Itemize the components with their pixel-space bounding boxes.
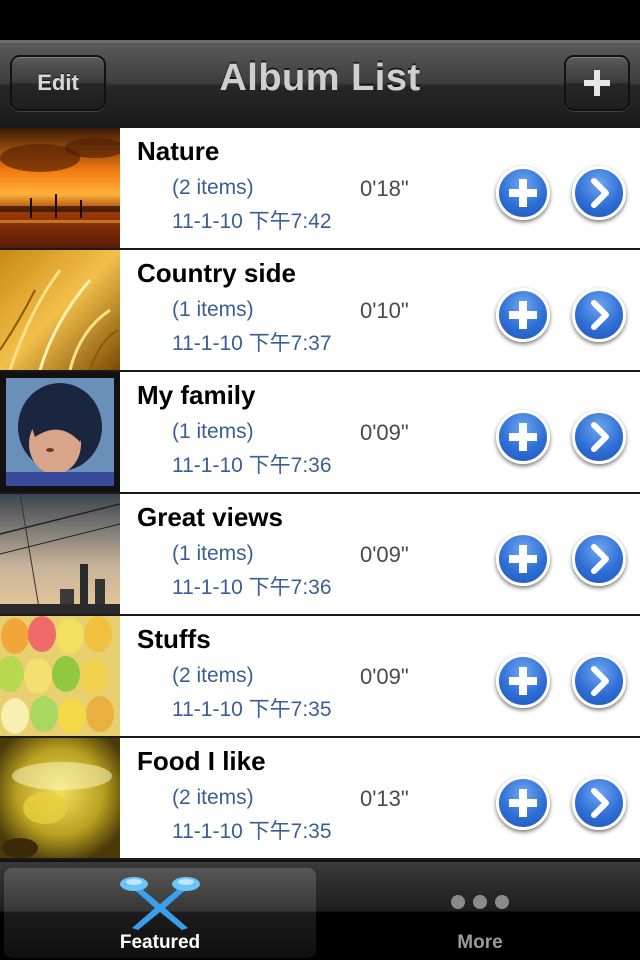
- album-row-country-side[interactable]: Country side (1 items) 11-1-10 下午7:37 0'…: [0, 250, 640, 372]
- add-to-album-button[interactable]: [496, 654, 550, 708]
- album-date: 11-1-10 下午7:35: [172, 820, 332, 843]
- album-row-food-i-like[interactable]: Food I like (2 items) 11-1-10 下午7:35 0'1…: [0, 738, 640, 860]
- more-dots-icon: [451, 895, 509, 909]
- featured-x-icon: [120, 877, 200, 930]
- open-album-button[interactable]: [572, 532, 626, 586]
- plus-icon: [584, 70, 610, 96]
- open-album-button[interactable]: [572, 166, 626, 220]
- album-row-nature[interactable]: Nature (2 items) 11-1-10 下午7:42 0'18": [0, 128, 640, 250]
- plus-icon: [509, 301, 537, 329]
- plus-icon: [509, 423, 537, 451]
- add-to-album-button[interactable]: [496, 776, 550, 830]
- tab-more[interactable]: More: [324, 868, 636, 958]
- album-date: 11-1-10 下午7:37: [172, 332, 332, 355]
- album-duration: 0'09": [360, 420, 409, 445]
- chevron-right-icon: [591, 788, 609, 818]
- album-item-count: (2 items): [172, 664, 254, 687]
- chevron-right-icon: [591, 544, 609, 574]
- album-duration: 0'09": [360, 542, 409, 567]
- plus-icon: [509, 667, 537, 695]
- album-duration: 0'09": [360, 664, 409, 689]
- album-thumbnail: [0, 616, 120, 736]
- add-to-album-button[interactable]: [496, 410, 550, 464]
- edit-button[interactable]: Edit: [10, 55, 106, 111]
- album-date: 11-1-10 下午7:36: [172, 454, 332, 477]
- status-bar-shape: [0, 0, 640, 40]
- album-thumbnail: [0, 372, 120, 492]
- open-album-button[interactable]: [572, 654, 626, 708]
- tab-featured[interactable]: Featured: [4, 868, 316, 958]
- plus-icon: [509, 545, 537, 573]
- page-title: Album List: [219, 57, 421, 99]
- album-list: Nature (2 items) 11-1-10 下午7:42 0'18" Co…: [0, 128, 640, 860]
- album-title: Stuffs: [137, 624, 211, 654]
- album-title: My family: [137, 380, 256, 410]
- album-item-count: (2 items): [172, 176, 254, 199]
- open-album-button[interactable]: [572, 776, 626, 830]
- tab-bar: Featured More: [0, 860, 640, 960]
- tab-label: More: [457, 932, 503, 953]
- add-album-button[interactable]: [564, 55, 630, 111]
- open-album-button[interactable]: [572, 288, 626, 342]
- open-album-button[interactable]: [572, 410, 626, 464]
- album-thumbnail: [0, 738, 120, 858]
- status-bar: [0, 0, 640, 40]
- album-title: Country side: [137, 258, 296, 288]
- app-screen: Edit Album List Nature (2 items) 11-1-10…: [0, 0, 640, 960]
- album-row-stuffs[interactable]: Stuffs (2 items) 11-1-10 下午7:35 0'09": [0, 616, 640, 738]
- album-date: 11-1-10 下午7:35: [172, 698, 332, 721]
- album-item-count: (1 items): [172, 420, 254, 443]
- tab-label: Featured: [119, 932, 201, 953]
- chevron-right-icon: [591, 666, 609, 696]
- album-thumbnail: [0, 494, 120, 614]
- album-item-count: (1 items): [172, 542, 254, 565]
- album-title: Great views: [137, 502, 283, 532]
- album-date: 11-1-10 下午7:36: [172, 576, 332, 599]
- chevron-right-icon: [591, 422, 609, 452]
- album-row-great-views[interactable]: Great views (1 items) 11-1-10 下午7:36 0'0…: [0, 494, 640, 616]
- navigation-bar: Edit Album List: [0, 40, 640, 128]
- album-duration: 0'13": [360, 786, 409, 811]
- album-item-count: (1 items): [172, 298, 254, 321]
- chevron-right-icon: [591, 178, 609, 208]
- album-thumbnail: [0, 128, 120, 248]
- add-to-album-button[interactable]: [496, 166, 550, 220]
- album-row-my-family[interactable]: My family (1 items) 11-1-10 下午7:36 0'09": [0, 372, 640, 494]
- album-duration: 0'10": [360, 298, 409, 323]
- album-item-count: (2 items): [172, 786, 254, 809]
- add-to-album-button[interactable]: [496, 532, 550, 586]
- add-to-album-button[interactable]: [496, 288, 550, 342]
- album-duration: 0'18": [360, 176, 409, 201]
- album-date: 11-1-10 下午7:42: [172, 210, 332, 233]
- plus-icon: [509, 179, 537, 207]
- plus-icon: [509, 789, 537, 817]
- chevron-right-icon: [591, 300, 609, 330]
- album-title: Nature: [137, 136, 220, 166]
- album-thumbnail: [0, 250, 120, 370]
- album-title: Food I like: [137, 746, 266, 776]
